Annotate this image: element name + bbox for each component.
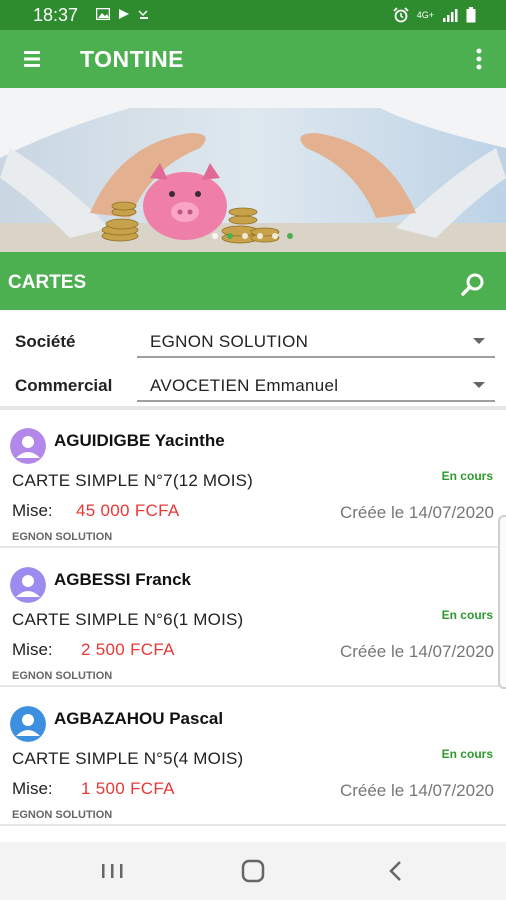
- commercial-filter-row: Commercial AVOCETIEN Emmanuel: [0, 370, 506, 410]
- banner-image: [0, 88, 506, 252]
- app-bar: TONTINE: [0, 30, 506, 88]
- card-company: EGNON SOLUTION: [12, 531, 113, 543]
- network-type: 4G+: [416, 10, 434, 20]
- recent-apps-icon[interactable]: [92, 856, 132, 886]
- alarm-icon: [393, 7, 409, 23]
- back-icon[interactable]: [376, 856, 416, 886]
- card-title: CARTE SIMPLE N°5(4 MOIS): [12, 749, 244, 768]
- app-title: TONTINE: [80, 46, 185, 72]
- card-item[interactable]: AGBESSI Franck CARTE SIMPLE N°6(1 MOIS) …: [0, 549, 506, 687]
- card-owner-name: AGUIDIGBE Yacinthe: [54, 431, 225, 450]
- commercial-dropdown[interactable]: AVOCETIEN Emmanuel: [137, 372, 495, 402]
- card-owner-name: AGBAZAHOU Pascal: [54, 709, 224, 728]
- societe-label: Société: [15, 332, 76, 351]
- card-owner-name: AGBESSI Franck: [54, 570, 191, 589]
- societe-value: EGNON SOLUTION: [150, 332, 309, 351]
- avatar-icon: [10, 706, 46, 742]
- societe-filter-row: Société EGNON SOLUTION: [0, 326, 506, 366]
- search-icon[interactable]: [460, 271, 486, 297]
- status-badge: En cours: [441, 608, 493, 622]
- signal-icon: [443, 9, 458, 22]
- card-title: CARTE SIMPLE N°6(1 MOIS): [12, 610, 244, 629]
- commercial-value: AVOCETIEN Emmanuel: [150, 376, 339, 395]
- more-vert-icon[interactable]: [474, 48, 484, 70]
- mise-label: Mise:: [12, 501, 53, 520]
- card-company: EGNON SOLUTION: [12, 670, 113, 682]
- missed-call-icon: [138, 10, 148, 19]
- dropdown-caret-icon: [473, 382, 485, 388]
- card-item[interactable]: AGUIDIGBE Yacinthe CARTE SIMPLE N°7(12 M…: [0, 410, 506, 548]
- mise-label: Mise:: [12, 779, 53, 798]
- mise-label: Mise:: [12, 640, 53, 659]
- societe-dropdown[interactable]: EGNON SOLUTION: [137, 328, 495, 358]
- piggy-bank-illustration: [0, 88, 506, 252]
- scrollbar[interactable]: [498, 515, 506, 689]
- card-company: EGNON SOLUTION: [12, 809, 113, 821]
- status-badge: En cours: [441, 747, 493, 761]
- status-bar: 18:37 4G+: [0, 0, 506, 30]
- section-title: CARTES: [8, 272, 87, 293]
- notification-icons: [96, 8, 150, 20]
- system-icons: 4G+: [393, 7, 476, 23]
- battery-icon: [466, 7, 476, 23]
- avatar-icon: [10, 567, 46, 603]
- mise-amount: 1 500 FCFA: [81, 779, 175, 798]
- play-store-icon: [119, 9, 129, 19]
- mise-amount: 2 500 FCFA: [81, 640, 175, 659]
- image-icon: [96, 8, 110, 20]
- dropdown-caret-icon: [473, 338, 485, 344]
- status-badge: En cours: [441, 469, 493, 483]
- card-item[interactable]: AGBAZAHOU Pascal CARTE SIMPLE N°5(4 MOIS…: [0, 688, 506, 826]
- card-title: CARTE SIMPLE N°7(12 MOIS): [12, 471, 254, 490]
- mise-amount: 45 000 FCFA: [76, 501, 180, 520]
- created-date: Créée le 14/07/2020: [339, 642, 494, 661]
- home-icon[interactable]: [233, 856, 273, 886]
- created-date: Créée le 14/07/2020: [339, 503, 494, 522]
- status-time: 18:37: [33, 5, 79, 25]
- commercial-label: Commercial: [15, 376, 113, 395]
- created-date: Créée le 14/07/2020: [339, 781, 494, 800]
- hamburger-menu-icon[interactable]: [24, 50, 44, 68]
- avatar-icon: [10, 428, 46, 464]
- system-nav-bar: [0, 842, 506, 900]
- section-header: CARTES: [0, 252, 506, 310]
